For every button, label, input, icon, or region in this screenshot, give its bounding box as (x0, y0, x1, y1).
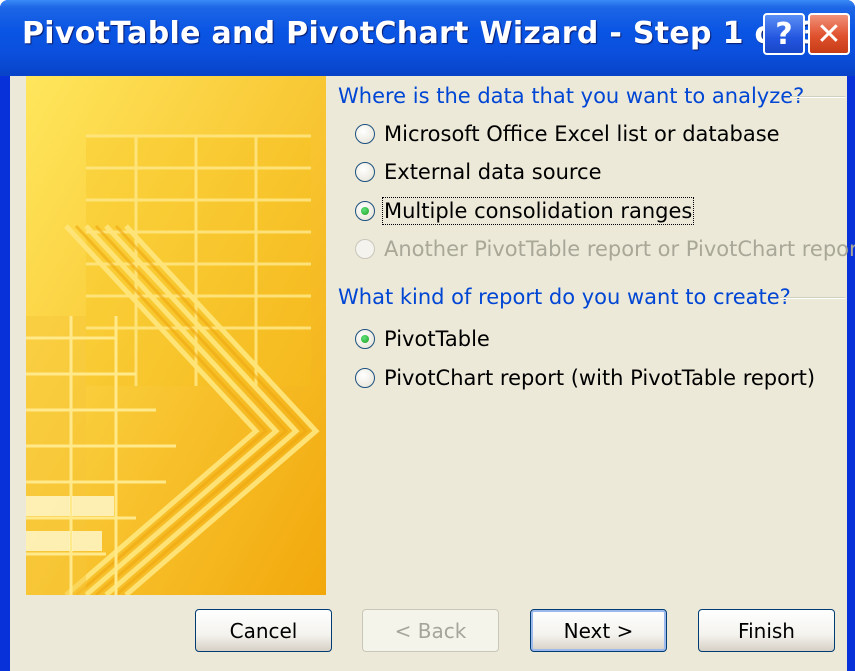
data-source-group-title: Where is the data that you want to analy… (338, 84, 805, 108)
option-label: Microsoft Office Excel list or database (384, 122, 780, 146)
option-pivottable[interactable]: PivotTable (355, 327, 490, 351)
back-button: < Back (362, 609, 499, 652)
finish-button[interactable]: Finish (698, 609, 835, 652)
wizard-window: PivotTable and PivotChart Wizard - Step … (0, 0, 855, 671)
next-button[interactable]: Next > (530, 609, 667, 652)
radio-button-selected-icon[interactable] (355, 329, 375, 349)
radio-button-icon[interactable] (355, 368, 375, 388)
radio-button-selected-icon[interactable] (355, 201, 375, 221)
group-divider (790, 96, 845, 98)
option-external-data-source[interactable]: External data source (355, 160, 602, 184)
title-bar[interactable]: PivotTable and PivotChart Wizard - Step … (0, 0, 855, 76)
window-title: PivotTable and PivotChart Wizard - Step … (22, 16, 821, 51)
radio-button-icon[interactable] (355, 124, 375, 144)
option-multiple-consolidation-ranges[interactable]: Multiple consolidation ranges (355, 197, 695, 225)
option-pivotchart-report[interactable]: PivotChart report (with PivotTable repor… (355, 366, 815, 390)
close-icon[interactable]: ✕ (808, 13, 850, 55)
option-label: PivotChart report (with PivotTable repor… (384, 366, 816, 390)
help-icon[interactable]: ? (763, 13, 805, 55)
option-another-pivot-report: Another PivotTable report or PivotChart … (355, 237, 855, 261)
cancel-button[interactable]: Cancel (195, 609, 332, 652)
radio-button-disabled-icon (355, 239, 375, 259)
wizard-illustration (26, 76, 326, 595)
dialog-client-area: Where is the data that you want to analy… (10, 76, 855, 671)
option-label: PivotTable (384, 327, 490, 351)
report-type-group-title: What kind of report do you want to creat… (338, 285, 791, 309)
option-label: External data source (384, 160, 602, 184)
group-divider (780, 297, 845, 299)
spreadsheet-illustration-icon (26, 76, 326, 595)
option-label: Multiple consolidation ranges (381, 197, 695, 225)
option-excel-list[interactable]: Microsoft Office Excel list or database (355, 122, 780, 146)
radio-button-icon[interactable] (355, 162, 375, 182)
option-label: Another PivotTable report or PivotChart … (384, 237, 855, 261)
